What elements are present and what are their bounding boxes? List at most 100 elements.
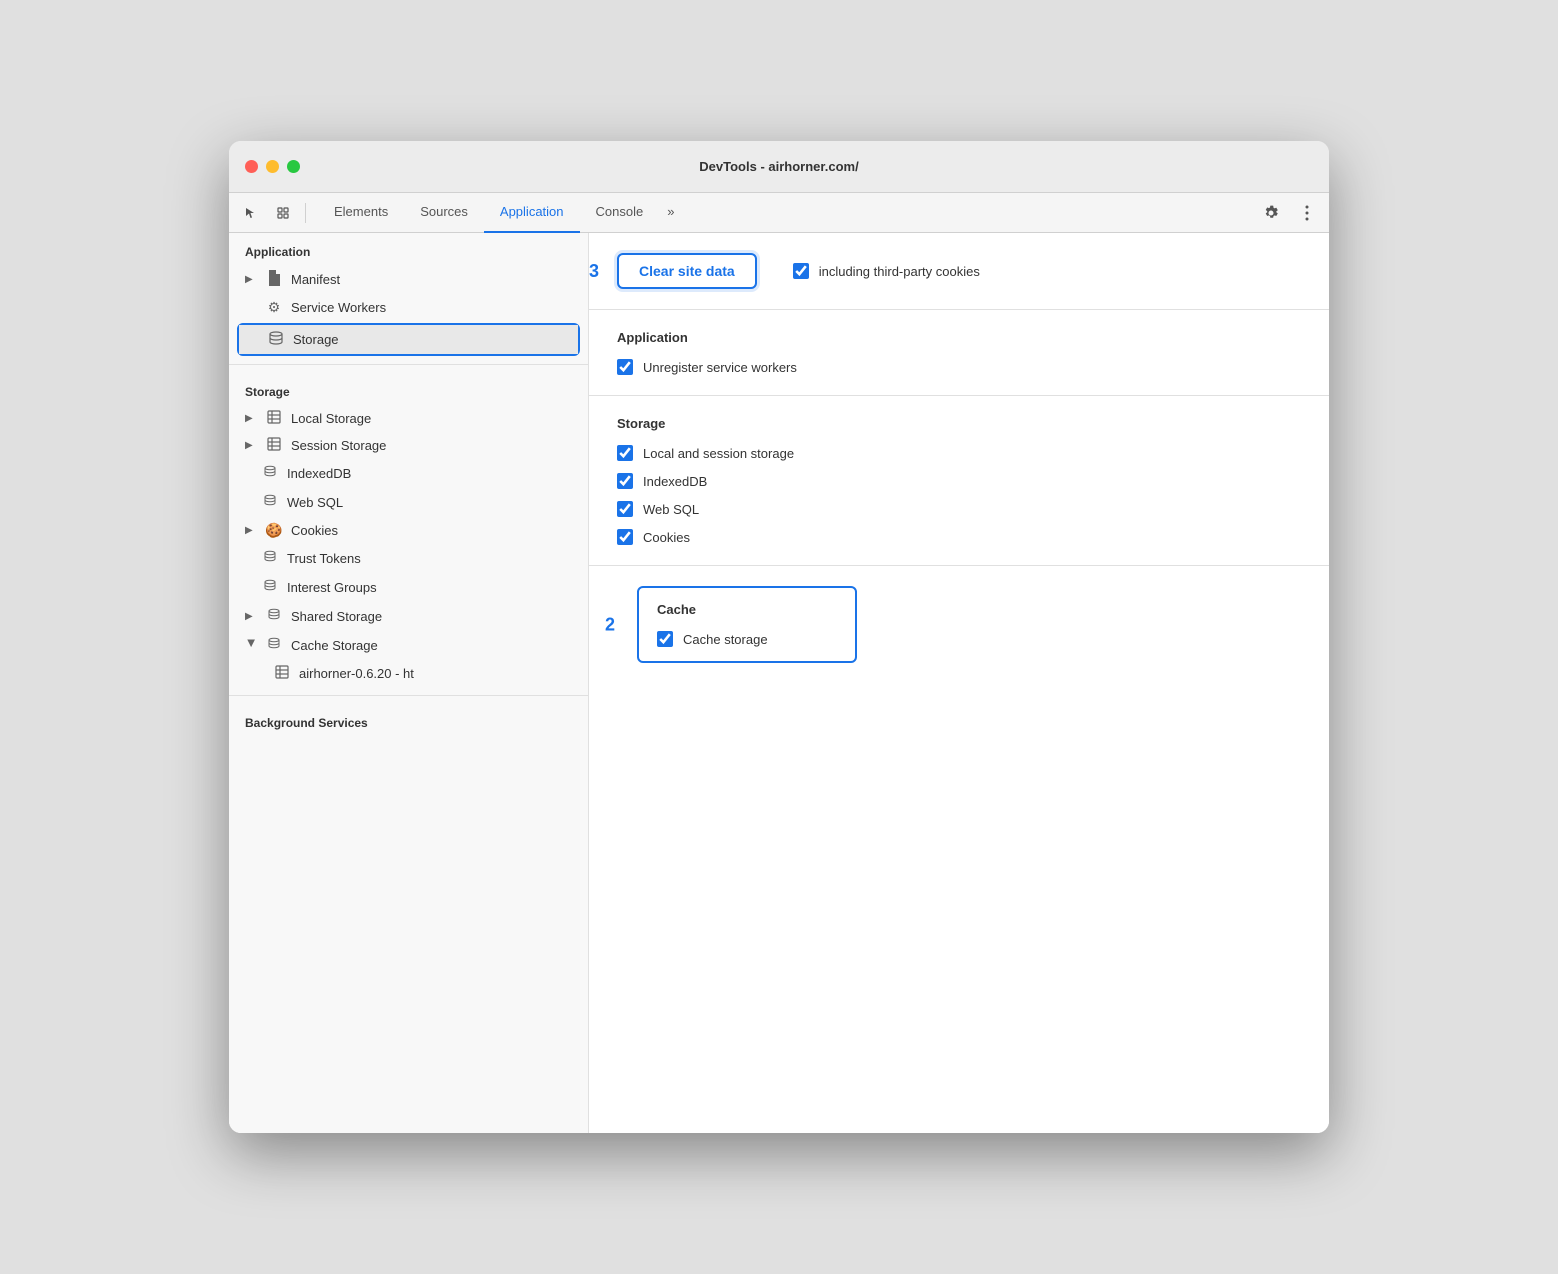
application-section-title: Application [617,330,1301,345]
db-icon [261,464,279,483]
storage-section: Storage Local and session storage Indexe… [589,396,1329,566]
web-sql-label[interactable]: Web SQL [643,502,699,517]
sidebar-item-interest-groups[interactable]: Interest Groups [229,573,588,602]
close-button[interactable] [245,160,258,173]
tab-console[interactable]: Console [580,193,660,233]
manifest-label: Manifest [291,272,340,287]
arrow-icon: ▶ [245,274,257,285]
tabbar: Elements Sources Application Console » [229,193,1329,233]
sidebar-item-session-storage[interactable]: ▶ Session Storage [229,432,588,459]
db-icon [265,636,283,655]
indexeddb-label: IndexedDB [287,466,351,481]
minimize-button[interactable] [266,160,279,173]
sidebar-item-shared-storage[interactable]: ▶ Shared Storage [229,602,588,631]
db-icon [261,578,279,597]
file-icon [265,270,283,289]
service-workers-label: Service Workers [291,300,386,315]
sidebar-item-cache-storage[interactable]: ▶ Cache Storage [229,631,588,660]
cache-section-title: Cache [657,602,837,617]
sidebar-item-trust-tokens[interactable]: Trust Tokens [229,544,588,573]
tab-elements[interactable]: Elements [318,193,404,233]
interest-groups-label: Interest Groups [287,580,377,595]
cache-storage-label: Cache Storage [291,638,378,653]
unregister-label[interactable]: Unregister service workers [643,360,797,375]
cache-storage-row: Cache storage [657,631,837,647]
cookies-label[interactable]: Cookies [643,530,690,545]
cache-storage-label[interactable]: Cache storage [683,632,768,647]
third-party-cookies-checkbox[interactable] [793,263,809,279]
storage-section-title: Storage [617,416,1301,431]
sidebar-item-cache-entry[interactable]: airhorner-0.6.20 - ht [229,660,588,687]
storage-highlighted-container: ▶ Storage [237,323,580,356]
trust-tokens-label: Trust Tokens [287,551,361,566]
table-icon [273,665,291,682]
devtools-window: DevTools - airhorner.com/ Elements [229,141,1329,1133]
arrow-down-icon: ▶ [246,640,257,652]
table-icon [265,410,283,427]
sidebar-item-service-workers[interactable]: ▶ ⚙ Service Workers [229,294,588,321]
tabbar-right [1257,199,1321,227]
table-icon [265,437,283,454]
storage-db-icon [267,330,285,349]
db-icon [261,493,279,512]
sidebar-divider-2 [229,695,588,696]
tab-divider [305,203,306,223]
sidebar-item-indexeddb[interactable]: IndexedDB [229,459,588,488]
traffic-lights [245,160,300,173]
badge-3: 3 [589,261,599,282]
application-section: Application Unregister service workers [589,310,1329,396]
indexeddb-checkbox[interactable] [617,473,633,489]
main-content: Application ▶ Manifest ▶ ⚙ Service Worke… [229,233,1329,1133]
arrow-icon: ▶ [245,525,257,536]
sidebar-divider-1 [229,364,588,365]
tabbar-icons [237,199,310,227]
third-party-label[interactable]: including third-party cookies [819,264,980,279]
unregister-checkbox[interactable] [617,359,633,375]
third-party-row: including third-party cookies [793,263,980,279]
storage-label: Storage [293,332,339,347]
gear-icon: ⚙ [265,299,283,316]
sidebar-item-web-sql[interactable]: Web SQL [229,488,588,517]
inspect-icon[interactable] [269,199,297,227]
sidebar-item-local-storage[interactable]: ▶ Local Storage [229,405,588,432]
web-sql-row: Web SQL [617,501,1301,517]
cookies-label: Cookies [291,523,338,538]
web-sql-checkbox[interactable] [617,501,633,517]
badge-2: 2 [605,614,615,635]
tab-application[interactable]: Application [484,193,580,233]
local-session-checkbox[interactable] [617,445,633,461]
clear-site-data-button[interactable]: Clear site data [617,253,757,289]
indexeddb-row: IndexedDB [617,473,1301,489]
sidebar-section-application: Application [229,233,588,265]
cookie-icon: 🍪 [265,522,283,539]
cache-entry-label: airhorner-0.6.20 - ht [299,666,414,681]
cookies-row: Cookies [617,529,1301,545]
sidebar-section-storage: Storage [229,373,588,405]
cookies-checkbox[interactable] [617,529,633,545]
web-sql-label: Web SQL [287,495,343,510]
sidebar: Application ▶ Manifest ▶ ⚙ Service Worke… [229,233,589,1133]
arrow-icon: ▶ [245,611,257,622]
sidebar-item-cookies[interactable]: ▶ 🍪 Cookies [229,517,588,544]
local-session-label[interactable]: Local and session storage [643,446,794,461]
more-options-icon[interactable] [1293,199,1321,227]
cache-section: 2 Cache Cache storage [589,566,1329,683]
arrow-icon: ▶ [245,413,257,424]
settings-icon[interactable] [1257,199,1285,227]
panel: 3 Clear site data including third-party … [589,233,1329,1133]
window-title: DevTools - airhorner.com/ [699,159,858,174]
cursor-icon[interactable] [237,199,265,227]
arrow-icon: ▶ [245,440,257,451]
db-icon [261,549,279,568]
cache-storage-checkbox[interactable] [657,631,673,647]
tab-sources[interactable]: Sources [404,193,484,233]
tab-more[interactable]: » [659,193,682,233]
sidebar-item-storage[interactable]: ▶ Storage [239,325,578,354]
titlebar: DevTools - airhorner.com/ [229,141,1329,193]
clear-site-data-section: 3 Clear site data including third-party … [589,233,1329,310]
shared-storage-label: Shared Storage [291,609,382,624]
indexeddb-label[interactable]: IndexedDB [643,474,707,489]
sidebar-item-manifest[interactable]: ▶ Manifest [229,265,588,294]
sidebar-section-background: Background Services [229,704,588,736]
maximize-button[interactable] [287,160,300,173]
